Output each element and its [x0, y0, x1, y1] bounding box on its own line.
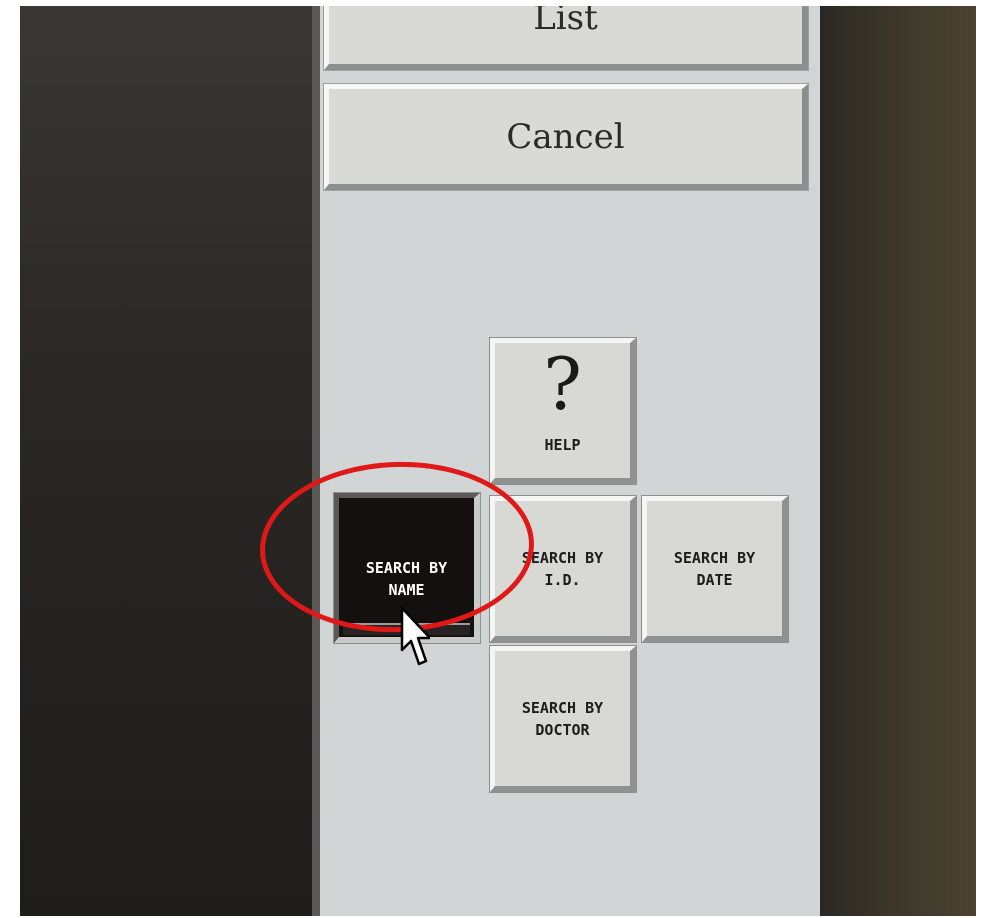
search-by-doctor-line2: DOCTOR	[535, 720, 590, 739]
list-button-label: List	[533, 6, 598, 38]
button-panel: List Cancel ? HELP SEARCH BY NAME SEARCH…	[320, 6, 823, 916]
search-by-doctor-line1: SEARCH BY	[521, 698, 604, 717]
search-by-date-button[interactable]: SEARCH BY DATE	[642, 496, 788, 642]
search-by-doctor-button[interactable]: SEARCH BY DOCTOR	[490, 646, 636, 792]
help-button[interactable]: ? HELP	[490, 338, 636, 484]
list-button[interactable]: List	[324, 6, 808, 70]
search-by-id-line1: SEARCH BY	[521, 548, 604, 567]
search-by-id-line2: I.D.	[544, 570, 581, 589]
button-pressed-bar	[343, 623, 470, 635]
help-button-label: HELP	[544, 436, 581, 454]
search-by-date-line1: SEARCH BY	[673, 548, 756, 567]
search-by-id-button[interactable]: SEARCH BY I.D.	[490, 496, 636, 642]
search-by-name-line2: NAME	[388, 580, 425, 599]
cancel-button[interactable]: Cancel	[324, 84, 808, 190]
search-by-date-line2: DATE	[696, 570, 733, 589]
search-by-name-line1: SEARCH BY	[365, 558, 448, 577]
monitor-bezel-right	[820, 6, 976, 916]
cancel-button-label: Cancel	[506, 116, 625, 157]
question-mark-icon: ?	[543, 342, 582, 426]
monitor-bezel-left	[20, 6, 312, 916]
screen-edge	[312, 6, 320, 916]
monitor-photo: List Cancel ? HELP SEARCH BY NAME SEARCH…	[20, 6, 976, 916]
search-by-name-button[interactable]: SEARCH BY NAME	[334, 493, 480, 643]
